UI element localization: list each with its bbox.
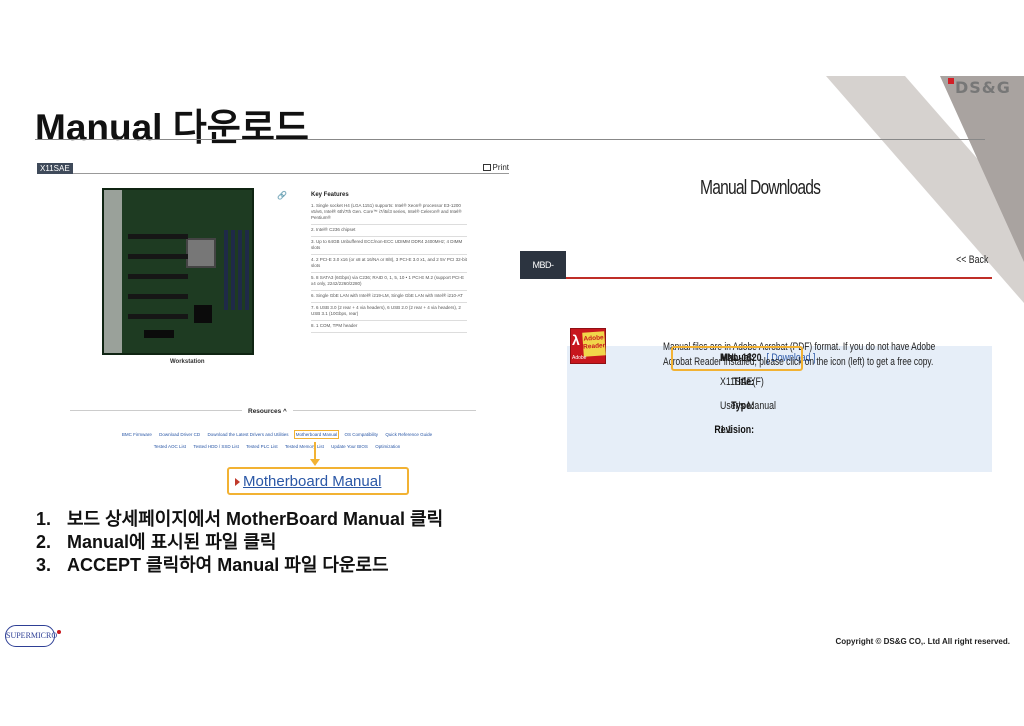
feature-item: 1. Single socket H4 (LGA 1151) supports:… [311,201,467,225]
step-number: 3. [36,555,52,575]
downloads-title: Manual Downloads [700,177,821,199]
board-chipset [194,305,212,323]
motherboard-manual-callout[interactable]: Motherboard Manual [227,467,409,495]
resources-title[interactable]: Resources ^ [242,408,293,415]
adobe-sub-label: Adobe [572,355,587,361]
revision-value: 1.1 [720,424,733,436]
step-text: Manual에 표시된 파일 클릭 [67,532,277,552]
feature-item: 3. Up to 64GB Unbuffered ECC/non-ECC UDI… [311,237,467,255]
title-row: Title: X11SAE(F) [567,376,992,398]
supermicro-logo-text: SUPERMICRO [6,631,58,640]
resource-link-latest-drivers[interactable]: Download the Latest Drivers and Utilitie… [207,432,288,437]
revision-label: Revision: [714,424,754,436]
step-text: ACCEPT 클릭하여 Manual 파일 다운로드 [67,555,389,575]
logo-text: DS&G [955,78,1011,97]
board-dimm-slot [231,230,235,310]
board-chip [144,330,174,338]
downloads-page-screenshot: Manual Downloads MBD-X11SAE << Back Manu… [520,160,996,480]
downloads-header-bar: MBD-X11SAE << Back [520,247,992,298]
triangle-bullet-icon [235,478,240,486]
board-pcie-slot [128,254,188,259]
resource-link-tested-memory[interactable]: Tested Memory List [285,444,324,449]
instruction-steps: 1. 보드 상세페이지에서 MotherBoard Manual 클릭 2. Man… [36,508,443,577]
downloads-model-tab: MBD-X11SAE [520,251,566,298]
feature-item: 4. 2 PCI-E 3.0 x16 (or x8 at 16/NA or 8/… [311,255,467,273]
feature-item: 2. Intel® C236 chipset [311,225,467,237]
resource-link-driver-cd[interactable]: Download Driver CD [159,432,200,437]
resource-link-motherboard-manual[interactable]: Motherboard Manual [293,430,340,439]
dsg-logo: DS&G [948,78,1024,98]
printer-icon [482,164,491,172]
board-dimm-slot [238,230,242,310]
resource-links-row: BMC Firmware Download Driver CD Download… [77,430,477,439]
logo-mark [948,78,954,84]
feature-item: 6. Single GbE LAN with Intel® i219-LM, S… [311,291,467,303]
product-page-screenshot: X11SAE Print 🔗 Workstation Key Features … [37,160,511,500]
resource-link-bmc-firmware[interactable]: BMC Firmware [122,432,152,437]
feature-item: 7. 6 USB 3.0 (2 rear + 4 via headers), 6… [311,303,467,321]
type-row: Type: User's Manual [567,400,992,422]
resource-link-tested-hdd[interactable]: Tested HDD / SSD List [193,444,239,449]
adobe-reader-icon[interactable]: λ Adobe Reader Adobe [570,328,606,364]
resource-link-optimization[interactable]: Optimization [375,444,400,449]
key-features: Key Features 1. Single socket H4 (LGA 11… [311,192,467,333]
revision-row: Revision: 1.1 [567,424,992,446]
resource-link-update-bios[interactable]: Update Your BIOS [331,444,368,449]
resource-links-row: Tested AOC List Tested HDD / SSD List Te… [77,444,477,449]
callout-connector [314,442,316,460]
product-header-bar: X11SAE Print [37,163,509,174]
title-divider [35,139,985,140]
board-pcie-slot [128,314,188,319]
board-io-panel [104,190,122,353]
board-dimm-slot [245,230,249,310]
board-dimm-slot [224,230,228,310]
back-link[interactable]: << Back [956,254,988,266]
key-features-title: Key Features [311,192,349,198]
motherboard-manual-link[interactable]: Motherboard Manual [243,473,381,490]
step-item: 1. 보드 상세페이지에서 MotherBoard Manual 클릭 [36,508,443,531]
key-features-list: 1. Single socket H4 (LGA 1151) supports:… [311,201,467,333]
supermicro-logo: SUPERMICRO [5,625,62,647]
step-item: 2. Manual에 표시된 파일 클릭 [36,531,443,554]
print-label: Print [492,163,509,172]
acrobat-logo-icon: λ [572,332,580,348]
board-pcie-slot [128,274,188,279]
callout-arrow-icon [310,459,320,466]
link-icon[interactable]: 🔗 [277,191,287,200]
copyright-text: Copyright © DS&G CO,. Ltd All right rese… [835,637,1010,646]
print-link[interactable]: Print [482,162,509,173]
product-model-tab: X11SAE [37,163,73,174]
step-item: 3. ACCEPT 클릭하여 Manual 파일 다운로드 [36,554,443,577]
feature-item: 5. 8 SATA3 (6Gbps) via C236; RAID 0, 1, … [311,273,467,291]
type-value: User's Manual [720,400,776,412]
manual-row-callout [671,346,803,371]
step-number: 2. [36,532,52,552]
board-caption: Workstation [170,359,205,365]
board-pcie-slot [128,294,188,299]
page-title: Manual 다운로드 [35,107,309,148]
motherboard-image [102,188,254,355]
resource-link-tested-aoc[interactable]: Tested AOC List [154,444,186,449]
title-value: X11SAE(F) [720,376,764,388]
board-pcie-slot [128,234,188,239]
resource-link-os-compatibility[interactable]: OS Compatibility [345,432,379,437]
step-text: 보드 상세페이지에서 MotherBoard Manual 클릭 [67,509,444,529]
step-number: 1. [36,509,52,529]
adobe-reader-badge: Adobe Reader [582,331,606,357]
resource-link-tested-plc[interactable]: Tested PLC List [246,444,278,449]
resource-link-quick-reference[interactable]: Quick Reference Guide [385,432,432,437]
feature-item: 8. 1 COM, TPM header [311,321,467,333]
board-cpu-socket [186,238,216,268]
